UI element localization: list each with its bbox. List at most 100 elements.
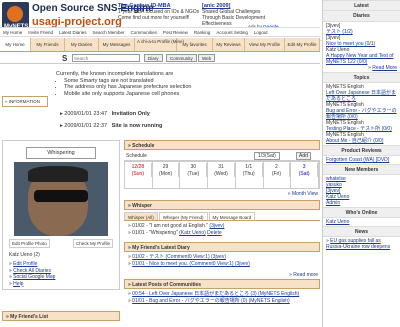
online-list: Katz Ueno: [323, 218, 400, 226]
news-list: » EU gas supplies fall as Russia-Ukraine…: [323, 237, 400, 251]
tab-my-messages[interactable]: My Messages: [99, 38, 135, 51]
list-item[interactable]: Katz Ueno: [326, 219, 397, 225]
profile-box: Whispering Edit Profile Photo Check My P…: [2, 140, 120, 290]
tab-edit-profile[interactable]: Edit My Profile: [285, 38, 320, 51]
whisper-author-link[interactable]: (Katz Ueno): [179, 230, 206, 236]
edit-photo-button[interactable]: Edit Profile Photo: [9, 239, 50, 248]
calendar-day[interactable]: 3 (Sat): [291, 162, 319, 188]
tab-my-home[interactable]: My Home: [0, 38, 31, 51]
schedule-add-button[interactable]: Add: [296, 152, 311, 160]
schedule-date-select[interactable]: 1/3(Sat): [254, 152, 280, 160]
diaries-read-more[interactable]: » Read More: [326, 65, 397, 71]
list-item[interactable]: [3jvev] Nice to meet you (0/1): [326, 35, 397, 47]
information-item: ▸ 2009/01/01 23:47 Invitation Only: [60, 111, 150, 117]
search-icon: S: [62, 54, 68, 63]
nav-ranking[interactable]: Ranking: [191, 28, 214, 36]
list-item[interactable]: MyNETS English About Me - 自己紹介 (0/0): [326, 132, 397, 144]
list-item[interactable]: MyNETS English Left Over Japanese 日本語がまだあ…: [326, 84, 397, 102]
search-web-button[interactable]: Web: [198, 54, 216, 62]
list-item[interactable]: Forgotten Coast (WA) [DVD]: [326, 157, 397, 163]
whisper-list: » 01/02 - "I am not good at English." (3…: [124, 221, 320, 239]
whisper-caption: Whispering: [26, 147, 96, 159]
friends-list-header[interactable]: » My Friend's List: [2, 311, 120, 321]
tab-whisper-friend[interactable]: Whisper (My Friend): [158, 212, 208, 220]
photo-links: Edit Profile Photo Check My Profile: [9, 239, 113, 248]
list-item[interactable]: MyNETS English Bug and Error - バグやエラーの報告場…: [326, 102, 397, 120]
edit-profile-link[interactable]: Edit Profile: [13, 261, 37, 267]
ad-1[interactable]: The Geneva ID-MBA 1-year MBA focused on …: [118, 3, 200, 21]
calendar-day[interactable]: 12/28 (Sun): [125, 162, 153, 188]
tab-my-diaries[interactable]: My Diaries: [65, 38, 99, 51]
new-members-list: whatelse yasuko [3jvev] Katz Ueno Admin: [323, 175, 400, 207]
tab-achiato-profile[interactable]: A chi-a-to Profile (Mine): [135, 38, 184, 51]
latest-diaries-list: [3jvev] テスト (1/2) [3jvev] Nice to meet you…: [323, 22, 400, 72]
information-heading: Currently, the known incomplete translat…: [56, 71, 174, 77]
nav-latest-diaries[interactable]: Latest Diaries: [56, 28, 90, 36]
list-item[interactable]: » 01/01 - Nice to meet you. (Comment0 Vi…: [128, 261, 316, 268]
whos-online-header: Who's Online: [323, 207, 400, 218]
list-item[interactable]: MyNETS English Testing Place - テスト所 (0/0): [326, 120, 397, 132]
nav-account-setting[interactable]: Account Setting: [213, 28, 251, 36]
whisper-tabs: Whisper (All) Whisper (My Friend) My Mes…: [124, 212, 320, 221]
list-item: » 01/01 - "Whispering" (Katz Ueno) Delet…: [128, 230, 222, 236]
month-view-link[interactable]: » Month View: [124, 189, 320, 197]
latest-header: Latest: [323, 0, 400, 11]
right-sidebar: Latest Diaries [3jvev] テスト (1/2) [3jvev] N…: [322, 0, 400, 327]
tab-my-reviews[interactable]: My Reviews: [213, 38, 245, 51]
schedule-header: » Schedule: [124, 140, 320, 150]
logo-mark-icon: [7, 6, 23, 22]
new-members-header: New Members: [323, 164, 400, 175]
search-diary-button[interactable]: Diary: [144, 54, 163, 62]
calendar-day[interactable]: 30 (Tue): [180, 162, 209, 188]
tab-my-friends[interactable]: My Friends: [31, 38, 65, 51]
check-profile-button[interactable]: Check My Profile: [72, 239, 113, 248]
friend-diary-read-more[interactable]: » Read more: [124, 270, 320, 278]
calendar-day[interactable]: 2 (Fri): [264, 162, 292, 188]
profile-name: Katz Ueno (2): [9, 252, 40, 258]
search-community-button[interactable]: Community: [166, 54, 197, 62]
profile-photo[interactable]: [14, 162, 108, 236]
whisper-author-link[interactable]: (3jvev): [209, 223, 224, 229]
tab-whisper-all[interactable]: Whisper (All): [124, 212, 158, 220]
calendar-day[interactable]: 29 (Mon): [153, 162, 181, 188]
information-item: ▸ 2009/01/01 22:37 Site is now running: [60, 123, 163, 129]
google-map-link[interactable]: Social Google Map: [13, 274, 55, 280]
communities-list: » 00:54 - Left Over Japanese 日本語がまだあるところ…: [124, 289, 320, 307]
reviews-list: Forgotten Coast (WA) [DVD]: [323, 156, 400, 164]
global-nav: My Home Invite Friend Latest Diaries Sea…: [0, 27, 320, 37]
calendar-day[interactable]: 31 (Wed): [208, 162, 236, 188]
list-item[interactable]: » 00:54 - Left Over Japanese 日本語がまだあるところ…: [128, 291, 316, 298]
check-diaries-link[interactable]: Check All Diaries: [13, 268, 51, 274]
tab-view-profile[interactable]: View My Profile: [245, 38, 285, 51]
calendar-day[interactable]: 1/1 (Thu): [236, 162, 264, 188]
delete-link[interactable]: Delete: [207, 230, 221, 236]
friend-diary-list: » 01/02 - テスト (Comment0 View:1) (3jvev) …: [124, 252, 320, 270]
nav-communities[interactable]: Communities: [128, 28, 160, 36]
information-panel: » INFORMATION Currently, the known incom…: [0, 68, 320, 136]
nav-search-member[interactable]: Search Member: [90, 28, 128, 36]
list-item[interactable]: » 01/01 - Bug and Error - バグやエラーの報告場所 (0…: [128, 298, 316, 305]
information-text: Invitation Only: [111, 111, 150, 117]
tab-message-board[interactable]: My Message Board: [208, 212, 256, 220]
nav-invite-friend[interactable]: Invite Friend: [25, 28, 56, 36]
list-item[interactable]: » EU gas supplies fall as Russia-Ukraine…: [326, 238, 397, 250]
nav-post-review[interactable]: Post Review: [160, 28, 191, 36]
diaries-header: Diaries: [323, 11, 400, 22]
profile-column: Whispering Edit Profile Photo Check My P…: [2, 140, 120, 290]
tab-my-favorites[interactable]: My favorites: [177, 38, 213, 51]
main-column: » Schedule Schedule 1/3(Sat) Add 12/28 (S…: [124, 140, 320, 307]
list-item[interactable]: Admin: [326, 200, 397, 206]
help-link[interactable]: Help: [13, 281, 23, 287]
schedule-calendar: 12/28 (Sun) 29 (Mon) 30 (Tue) 31 (Wed) 1/1 (T…: [124, 161, 320, 189]
list-item: » 01/02 - "I am not good at English." (3…: [128, 223, 225, 229]
nav-my-home[interactable]: My Home: [0, 28, 25, 36]
information-label: » INFORMATION: [2, 96, 48, 107]
nav-logout[interactable]: Logout: [251, 28, 271, 36]
reviews-header: Product Reviews: [323, 145, 400, 156]
list-item[interactable]: [3jvev] テスト (1/2): [326, 23, 397, 35]
list-item[interactable]: Katz Ueno A Happy New Year and Test of My…: [326, 47, 397, 65]
search-input[interactable]: [72, 54, 140, 62]
news-header: News: [323, 226, 400, 237]
information-text: Site is now running: [111, 123, 163, 129]
list-item[interactable]: » 01/02 - テスト (Comment0 View:1) (3jvev): [128, 254, 316, 261]
